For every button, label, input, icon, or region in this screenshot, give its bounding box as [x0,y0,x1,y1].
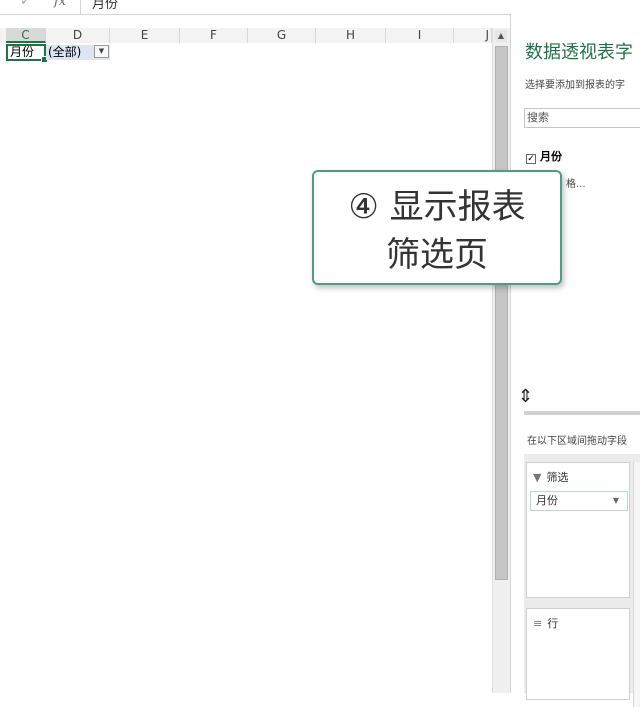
rows-area-label: 行 [547,617,559,630]
formula-bar-separator [80,0,81,14]
filter-area-header: ▼ 筛选 [533,469,568,485]
field-item-month[interactable]: ✓ 月份 [526,148,562,164]
pivot-field-pane: 数据透视表字 选择要添加到报表的字 搜索 ✓ 月份 格... ⇕ 在以下区域间拖动… [510,14,640,707]
filter-field-chip[interactable]: 月份 ▼ [530,491,628,511]
chevron-down-icon[interactable]: ▼ [613,492,619,510]
column-header-j[interactable]: J [454,28,492,43]
filter-area[interactable]: ▼ 筛选 月份 ▼ [526,462,630,598]
filter-field-label: 月份 [536,494,558,507]
field-search-input[interactable]: 搜索 [524,108,640,128]
callout-line-1: ④ 显示报表 [348,187,526,227]
pane-title: 数据透视表字 [525,42,633,63]
annotation-callout: ④ 显示报表 筛选页 [312,170,562,285]
rows-area-header: ≡ 行 [533,615,558,631]
areas-instruction: 在以下区域间拖动字段 [527,436,627,447]
worksheet-grid[interactable]: 月份 (全部) ▼ [0,43,492,693]
pane-subtitle: 选择要添加到报表的字 [525,80,625,91]
filter-dropdown-icon[interactable]: ▼ [94,45,109,58]
check-icon[interactable]: ✓ [20,0,31,9]
column-headers: C D E F G H I J [0,28,492,44]
column-header-h[interactable]: H [316,28,386,43]
column-header-d[interactable]: D [46,28,110,43]
pane-splitter[interactable] [524,411,640,415]
column-header-c[interactable]: C [6,28,46,43]
rows-icon: ≡ [533,617,543,630]
filter-icon: ▼ [533,471,542,484]
columns-area-edge [633,462,640,707]
scrollbar-thumb[interactable] [495,46,508,580]
filter-area-label: 筛选 [546,471,569,484]
column-header-e[interactable]: E [110,28,180,43]
active-cell-text: 月份 [10,45,35,59]
callout-line-2: 筛选页 [386,235,488,275]
formula-bar: ✓ fx 月份 [0,0,640,15]
column-header-g[interactable]: G [248,28,316,43]
checkbox-checked-icon[interactable]: ✓ [526,154,536,164]
active-cell[interactable]: 月份 [6,44,48,63]
vertical-scrollbar[interactable]: ▲ [492,28,510,693]
scroll-up-arrow-icon[interactable]: ▲ [495,30,507,42]
field-item-label: 月份 [540,150,562,163]
resize-cursor-icon: ⇕ [518,386,534,407]
formula-input[interactable]: 月份 [92,0,118,12]
column-header-f[interactable]: F [180,28,248,43]
column-header-i[interactable]: I [386,28,454,43]
rows-area[interactable]: ≡ 行 [526,608,630,700]
more-tables-link[interactable]: 格... [566,175,586,190]
fx-icon[interactable]: fx [54,0,66,9]
filter-cell-text: (全部) [48,45,82,59]
